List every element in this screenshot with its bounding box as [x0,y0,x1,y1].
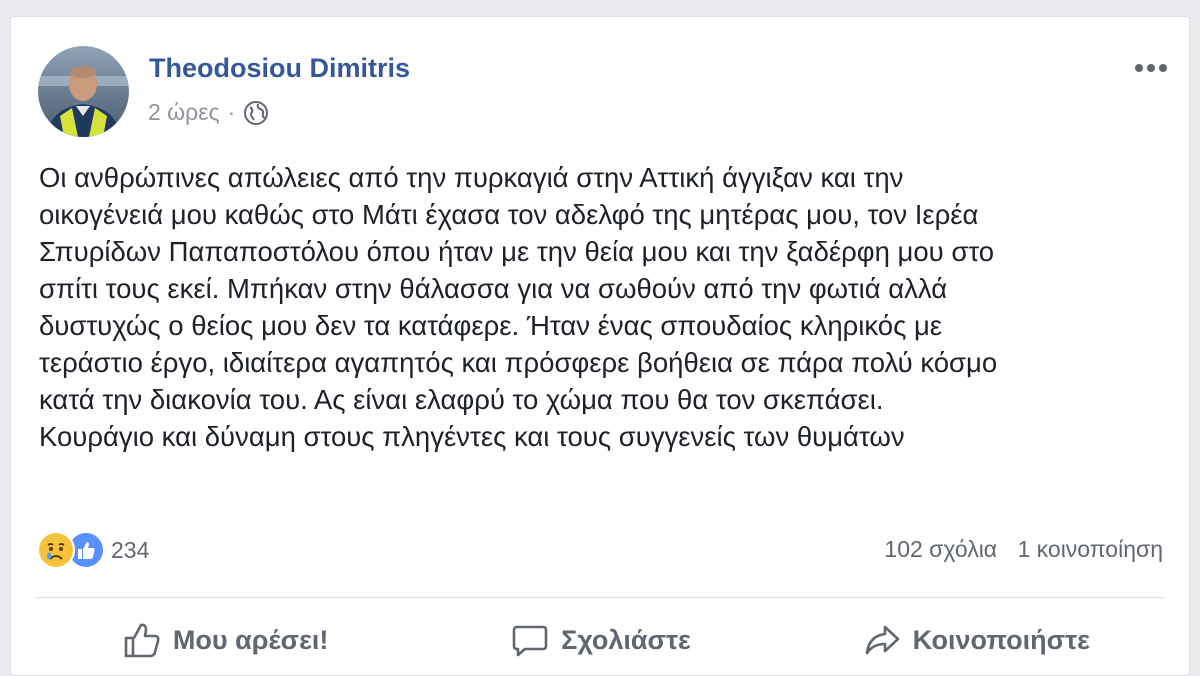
post-card: Theodosiou Dimitris 2 ώρες · Οι ανθρώπιν… [10,16,1190,676]
post-text-line: οικογένειά μου καθώς στο Μάτι έχασα τον … [39,199,979,230]
post-meta: 2 ώρες · [148,99,269,126]
post-actions-bar: Μου αρέσει! Σχολιάστε Κοινοποιήστε [37,615,1163,665]
post-text-line: τεράστιο έργο, ιδιαίτερα αγαπητός και πρ… [39,347,998,378]
actions-divider [37,597,1163,598]
post-text-line: Οι ανθρώπινες απώλειες από την πυρκαγιά … [39,162,904,193]
post-text-line: Κουράγιο και δύναμη στους πληγέντες και … [39,421,905,452]
shares-count-link[interactable]: 1 κοινοποίηση [1018,536,1164,562]
post-text-line: κατά την διακονία του. Ας είναι ελαφρύ τ… [39,384,884,415]
post-text-line: Σπυρίδων Παπαποστόλου όπου ήταν με την θ… [39,236,995,267]
more-dot-icon [1147,64,1155,72]
globe-icon[interactable] [243,100,269,126]
post-stats: 102 σχόλια 1 κοινοποίηση [884,536,1163,563]
post-body: Οι ανθρώπινες απώλειες από την πυρκαγιά … [39,159,1179,455]
share-button-label: Κοινοποιήστε [912,624,1090,655]
more-options-button[interactable] [1129,53,1173,83]
reaction-count: 234 [111,536,150,563]
sad-reaction-icon [37,531,75,569]
comment-button[interactable]: Σχολιάστε [412,615,787,665]
like-button-label: Μου αρέσει! [172,624,329,655]
share-button[interactable]: Κοινοποιήστε [788,615,1163,665]
meta-separator: · [227,99,236,125]
comments-count-link[interactable]: 102 σχόλια [884,536,997,562]
avatar-photo [38,46,129,137]
post-text-line: δυστυχώς ο θείος μου δεν τα κατάφερε. Ήτ… [39,310,943,341]
post-text-line: σπίτι τους εκεί. Μπήκαν στην θάλασσα για… [39,273,948,304]
comment-button-label: Σχολιάστε [561,624,691,655]
reactions-summary[interactable]: 234 [37,531,149,569]
like-button[interactable]: Μου αρέσει! [37,615,412,665]
more-dot-icon [1135,64,1143,72]
author-name-link[interactable]: Theodosiou Dimitris [149,53,410,84]
author-avatar[interactable] [38,46,129,137]
post-timestamp-link[interactable]: 2 ώρες [148,99,220,126]
more-dot-icon [1159,64,1167,72]
